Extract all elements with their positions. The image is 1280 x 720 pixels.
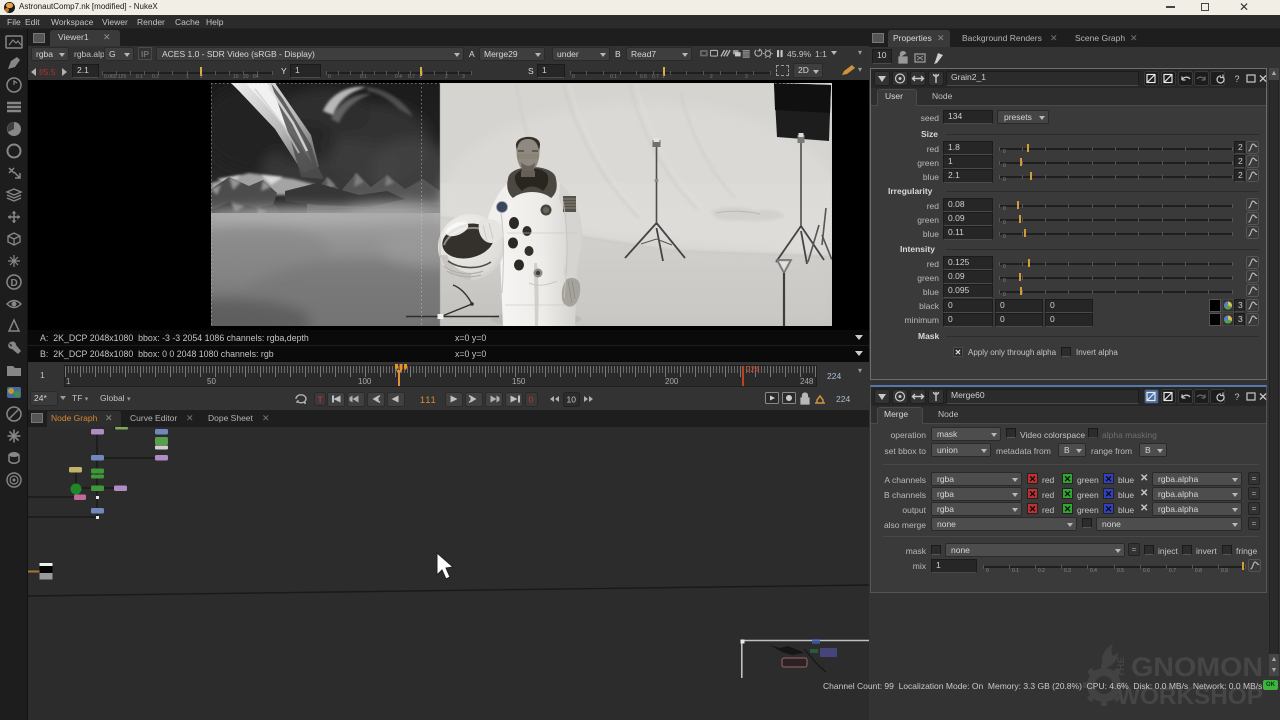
svg-text:THE: THE — [1116, 657, 1127, 678]
svg-text:T: T — [318, 395, 324, 405]
svg-text:111: 111 — [420, 395, 437, 405]
svg-text:D: D — [11, 278, 18, 289]
svg-text:GNOMON: GNOMON — [1131, 652, 1263, 682]
svg-text:?: ? — [1235, 392, 1240, 402]
svg-text:0: 0 — [529, 395, 534, 405]
svg-text:?: ? — [1235, 74, 1240, 84]
svg-text:10: 10 — [567, 395, 577, 405]
